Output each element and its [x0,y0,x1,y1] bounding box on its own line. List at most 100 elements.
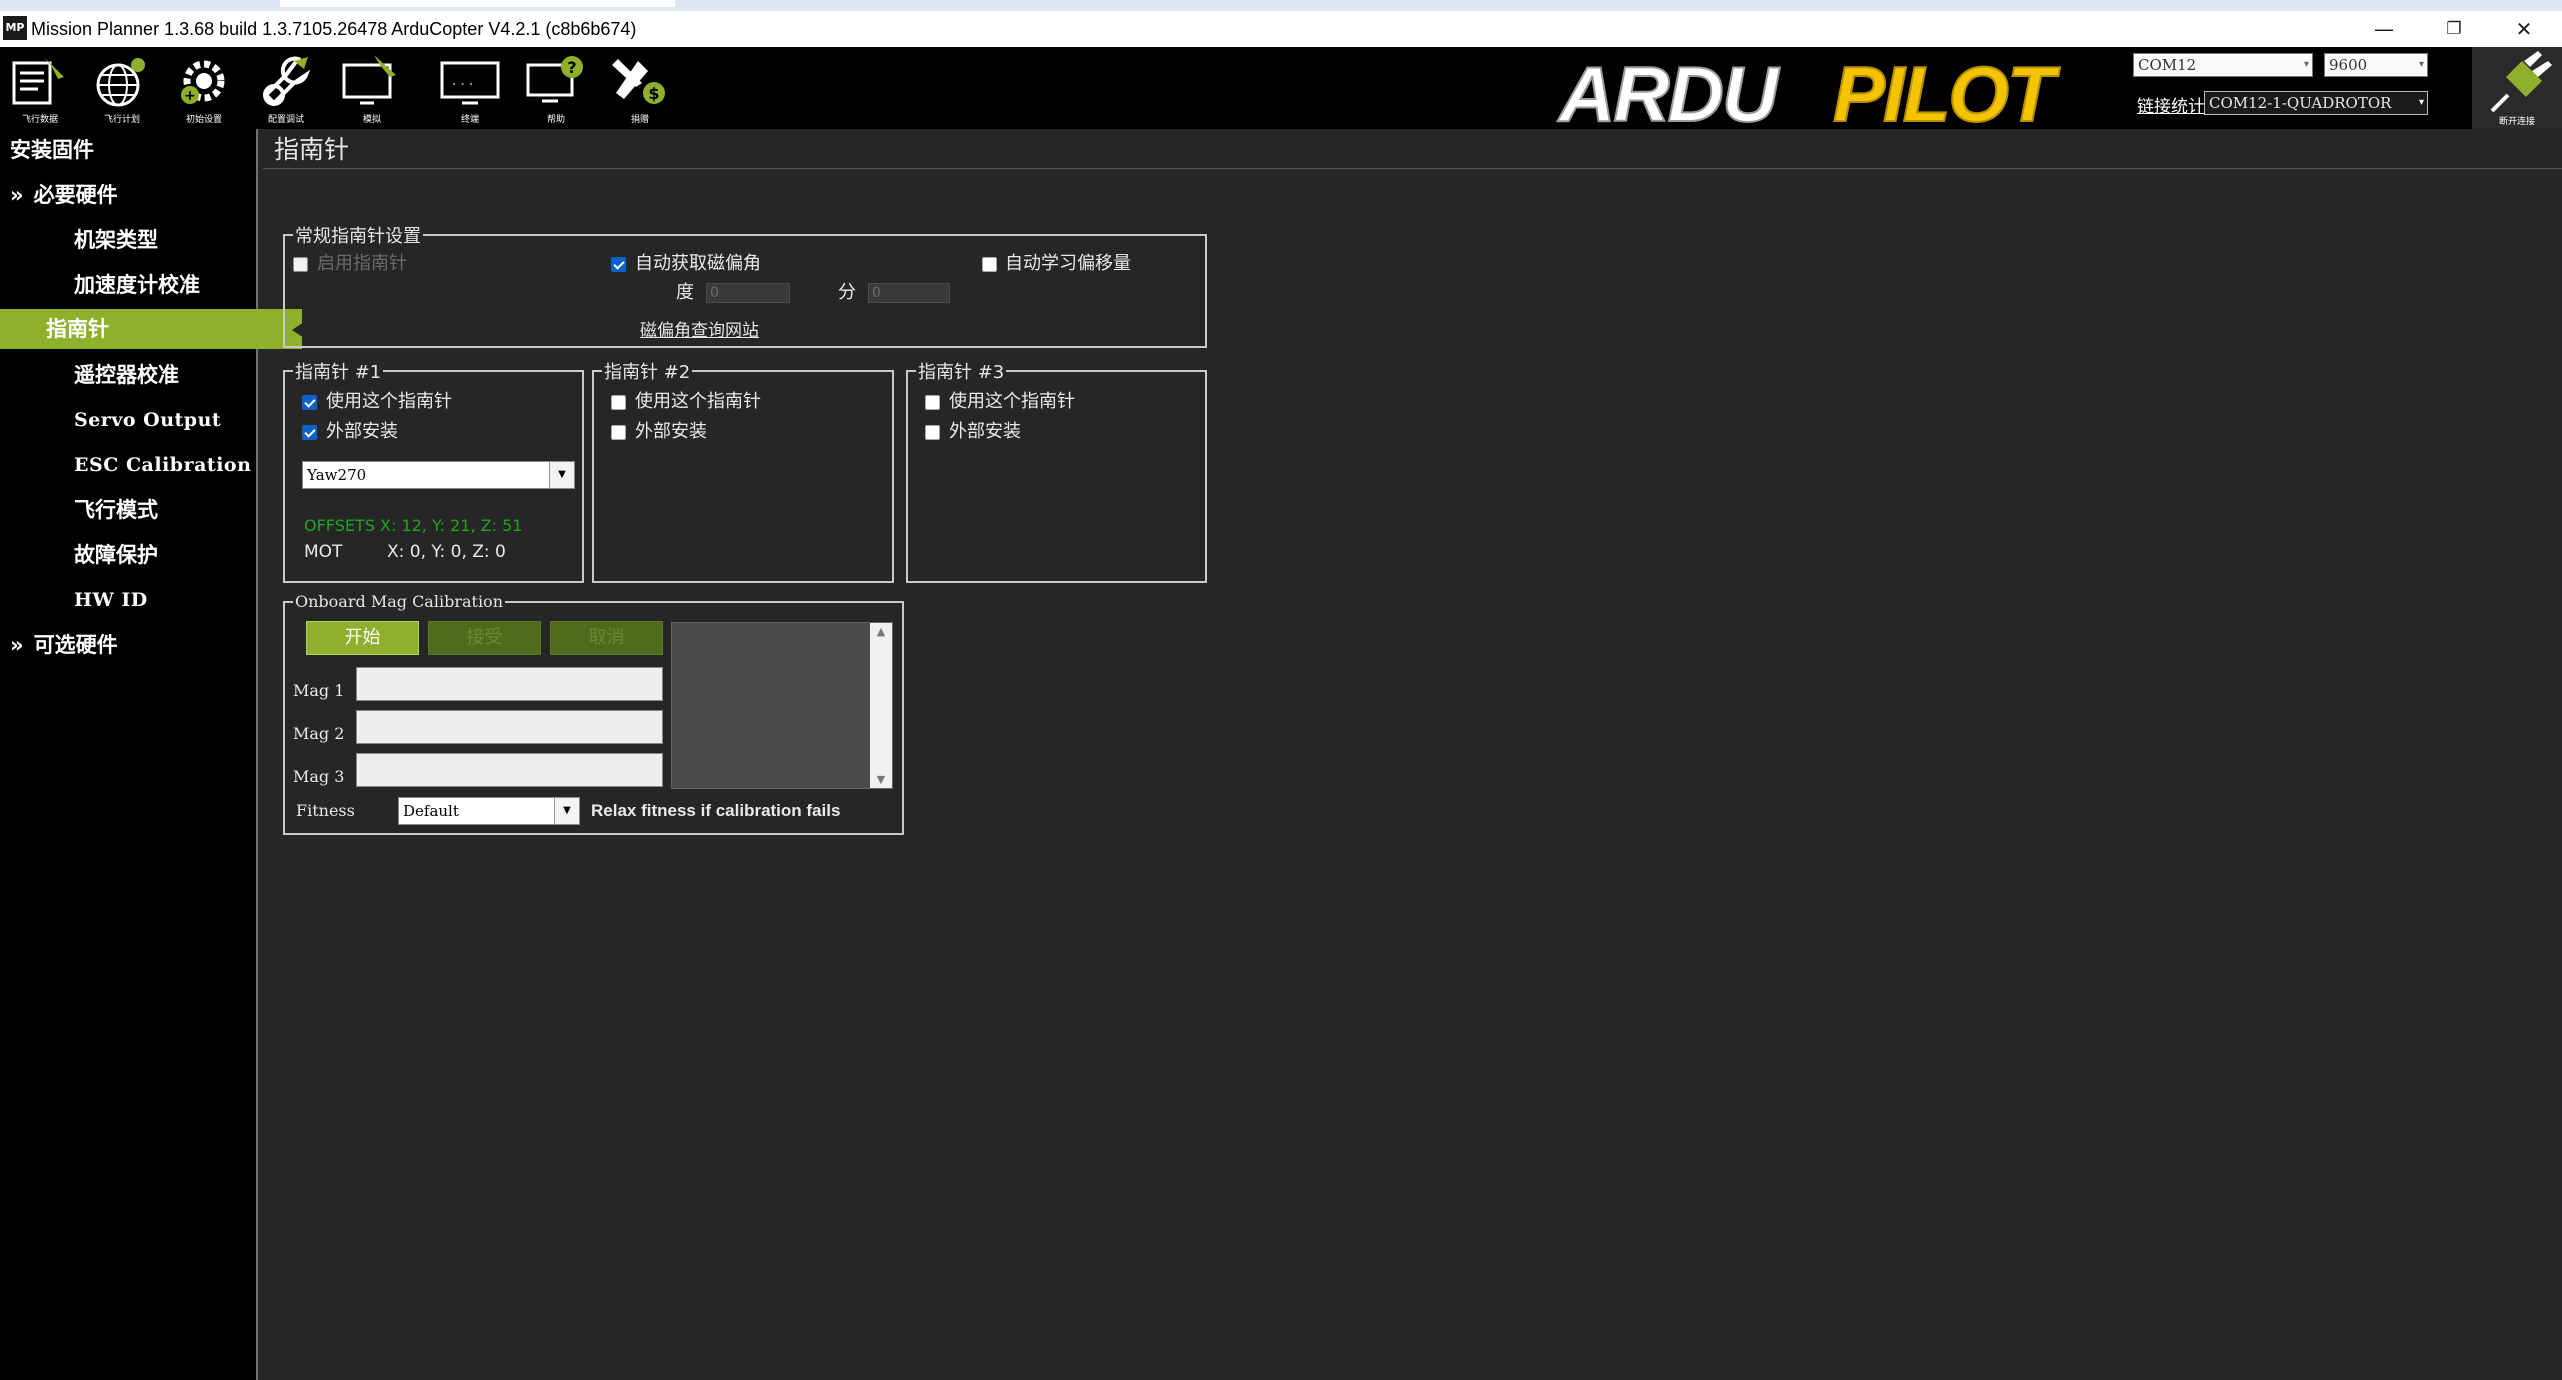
toolbar-simulation[interactable]: 模拟 [332,51,412,127]
flight-data-icon [12,57,64,105]
toolbar-terminal[interactable]: ... 终端 [430,51,510,127]
minimize-button[interactable]: — [2354,11,2414,47]
page-title: 指南针 [274,135,350,164]
browser-tab-strip [0,0,2562,11]
compass-1-mot-values: X: 0, Y: 0, Z: 0 [387,542,506,562]
compass-2-external-checkbox[interactable] [611,425,626,440]
compass-3-use-checkbox[interactable] [925,395,940,410]
sidebar-item-failsafe[interactable]: 故障保护 [0,534,330,576]
svg-text:+: + [184,88,196,104]
sidebar-item-label: 必要硬件 [33,183,118,207]
minutes-label: 分 [838,282,856,303]
plug-icon [2490,51,2552,113]
sidebar-item-accel-calibration[interactable]: 加速度计校准 [0,264,330,306]
declination-lookup-link[interactable]: 磁偏角查询网站 [640,316,759,341]
chevron-right-icon: » [10,183,24,207]
port-select[interactable]: COM12 ▾ [2133,53,2313,77]
donate-icon: $ [612,59,665,104]
app-icon: MP [3,16,27,40]
sidebar-item-label: 可选硬件 [33,633,118,657]
sidebar-item-radio-calibration[interactable]: 遥控器校准 [0,354,330,396]
scroll-up-icon[interactable]: ▲ [870,625,892,638]
disconnect-button[interactable]: 断开连接 [2472,47,2562,129]
compass-1-orientation-select[interactable]: Yaw270 ▼ [302,461,575,489]
auto-declination-checkbox[interactable] [611,257,626,272]
sidebar-item-compass[interactable]: 指南针 [0,309,304,349]
toolbar-label: 模拟 [362,115,381,125]
close-button[interactable]: ✕ [2494,11,2554,47]
enable-compass-checkbox[interactable] [293,257,308,272]
scroll-down-icon[interactable]: ▼ [870,773,892,786]
link-stats-link[interactable]: 链接统计 [2137,92,2205,117]
accept-button[interactable]: 接受 [428,621,541,655]
group-legend: Onboard Mag Calibration [295,592,503,611]
sidebar-item-frame-type[interactable]: 机架类型 [0,219,330,261]
toolbar-flight-plan[interactable]: 飞行计划 [82,51,162,127]
fitness-label: Fitness [296,801,355,820]
compass-2-use-label: 使用这个指南针 [635,391,761,412]
sidebar-item-hw-id[interactable]: HW ID [0,579,330,621]
toolbar-label: 飞行数据 [21,115,58,125]
chevron-down-icon: ▾ [2418,97,2424,108]
cancel-button[interactable]: 取消 [550,621,663,655]
vehicle-value: COM12-1-QUADROTOR [2209,94,2392,112]
svg-text:...: ... [450,73,475,89]
toolbar-config-tuning[interactable]: 配置调试 [246,51,326,127]
orientation-value: Yaw270 [307,466,367,484]
window-title-bar: MP Mission Planner 1.3.68 build 1.3.7105… [0,11,2562,47]
baud-select[interactable]: 9600 ▾ [2324,53,2428,77]
flight-plan-icon [96,58,145,107]
simulation-icon [342,55,396,105]
mag1-label: Mag 1 [293,681,345,700]
degrees-input[interactable]: 0 [706,283,790,303]
toolbar-initial-setup[interactable]: + 初始设置 [164,51,244,127]
toolbar-help[interactable]: ? 帮助 [516,51,596,127]
sidebar-section-optional[interactable]: » 可选硬件 [0,624,266,666]
sidebar-item-label: ESC Calibration [74,454,252,476]
auto-declination-label: 自动获取磁偏角 [635,253,761,274]
relax-fitness-label: Relax fitness if calibration fails [591,801,841,820]
group-legend: 常规指南针设置 [295,226,421,247]
compass-2-use-checkbox[interactable] [611,395,626,410]
results-textbox[interactable]: ▲ ▼ [671,622,893,789]
sidebar-section-mandatory[interactable]: » 必要硬件 [0,174,266,216]
sidebar-item-label: Servo Output [74,409,222,431]
fitness-select[interactable]: Default ▼ [398,797,580,825]
sidebar-item-esc-calibration[interactable]: ESC Calibration [0,444,330,486]
sidebar-item-label: 机架类型 [74,228,158,252]
sidebar-item-label: HW ID [74,589,148,611]
sidebar-item-label: 飞行模式 [74,498,158,522]
compass-1-offsets: OFFSETS X: 12, Y: 21, Z: 51 [304,516,523,535]
restore-button[interactable]: ❐ [2424,11,2484,47]
compass-2-external-label: 外部安装 [635,421,707,442]
vehicle-select[interactable]: COM12-1-QUADROTOR ▾ [2204,91,2428,115]
title-divider [263,168,2562,169]
compass-1-mot-label: MOT [304,542,343,562]
group-legend: 指南针 #3 [918,362,1005,383]
sidebar-item-servo-output[interactable]: Servo Output [0,399,330,441]
tab-fragment [280,0,675,7]
sidebar-item-install-firmware[interactable]: 安装固件 [0,129,266,171]
chevron-down-icon: ▾ [2418,59,2424,70]
toolbar-label: 捐赠 [630,115,649,125]
compass-1-external-checkbox[interactable] [302,425,317,440]
auto-learn-offsets-checkbox[interactable] [982,257,997,272]
sidebar-item-label: 加速度计校准 [74,273,200,297]
toolbar-donate[interactable]: $ 捐赠 [600,51,680,127]
sidebar-item-flight-modes[interactable]: 飞行模式 [0,489,330,531]
start-button[interactable]: 开始 [306,621,419,655]
config-tuning-icon [263,56,311,106]
results-scrollbar[interactable]: ▲ ▼ [870,623,892,788]
sidebar-item-label: 故障保护 [74,543,158,567]
toolbar-flight-data[interactable]: 飞行数据 [0,51,80,127]
compass-1-use-label: 使用这个指南针 [326,391,452,412]
compass-3-external-label: 外部安装 [949,421,1021,442]
enable-compass-label: 启用指南针 [317,253,407,274]
logo-text-pilot: PILOT [1833,50,2061,129]
minutes-input[interactable]: 0 [868,283,950,303]
compass-1-use-checkbox[interactable] [302,395,317,410]
compass-3-external-checkbox[interactable] [925,425,940,440]
auto-learn-offsets-label: 自动学习偏移量 [1005,253,1131,274]
logo-text-ardu: ARDU [1557,50,1780,129]
compass-1-external-label: 外部安装 [326,421,398,442]
